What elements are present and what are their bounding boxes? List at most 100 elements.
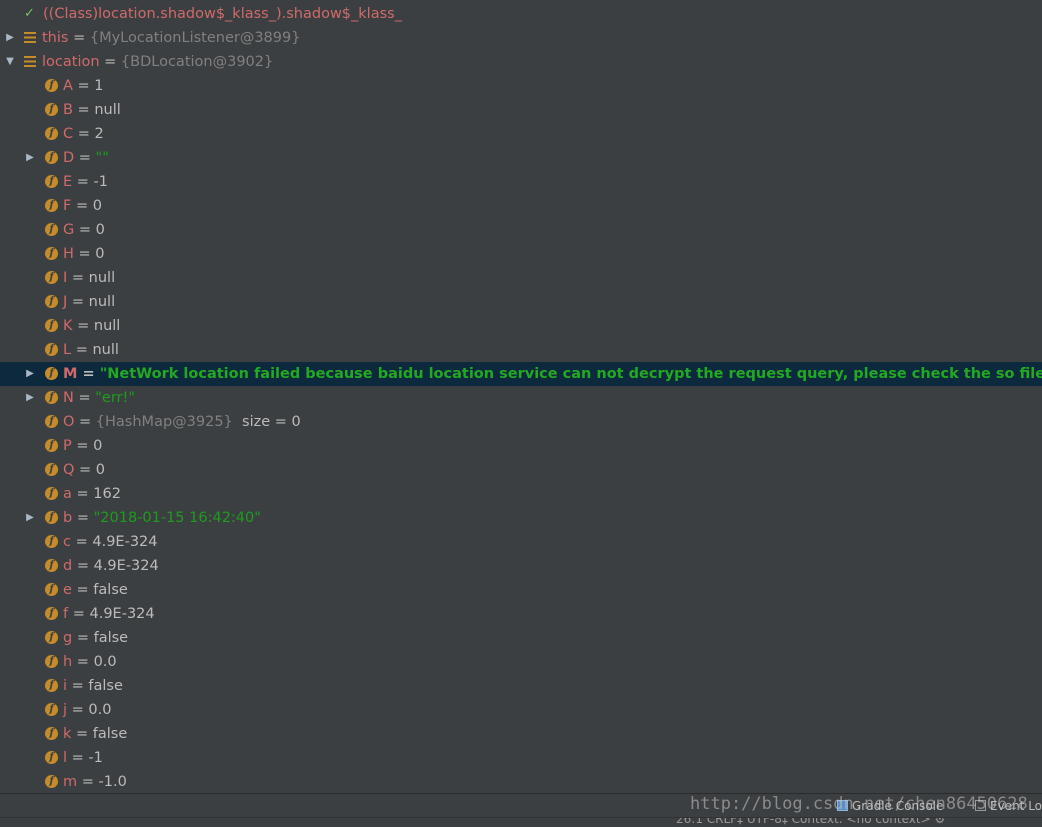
field-icon: f (45, 511, 58, 524)
field-icon: f (45, 175, 58, 188)
watch-expression: ((Class)location.shadow$_klass_).shadow$… (43, 6, 402, 22)
equals-sign: = (72, 630, 94, 646)
variable-row[interactable]: ▶ f b = "2018-01-15 16:42:40" (0, 506, 1042, 530)
expand-arrow-expanded-icon[interactable]: ▼ (4, 50, 16, 74)
variable-row[interactable]: fH = 0 (0, 242, 1042, 266)
local-variable-icon (24, 32, 36, 43)
variable-row[interactable]: f J = null (0, 290, 1042, 314)
variable-row[interactable]: f C = 2 (0, 122, 1042, 146)
variable-text: O = {HashMap@3925} size = 0 (63, 410, 301, 434)
variable-value: "2018-01-15 16:42:40" (93, 510, 261, 526)
equals-sign: = (70, 534, 93, 550)
equals-sign: = (74, 222, 96, 238)
event-log-button[interactable]: Event Log (975, 798, 1042, 814)
field-icon: f (45, 223, 58, 236)
variable-row[interactable]: fm = -1.0 (0, 770, 1042, 794)
variable-row[interactable]: fK = null (0, 314, 1042, 338)
variable-row[interactable]: fE = -1 (0, 170, 1042, 194)
variable-row[interactable]: ▼ location = {BDLocation@3902} (0, 50, 1042, 74)
equals-sign: = (72, 510, 94, 526)
variable-text: F = 0 (63, 194, 102, 218)
variable-row[interactable]: f j = 0.0 (0, 698, 1042, 722)
watch-row[interactable]: ✓ ((Class)location.shadow$_klass_).shado… (0, 2, 1042, 26)
variable-text: l = -1 (63, 746, 103, 770)
equals-sign: = (72, 654, 94, 670)
equals-sign: = (99, 54, 121, 70)
gradle-console-button[interactable]: Gradle Console (837, 798, 943, 814)
variable-value: null (88, 294, 116, 310)
variable-value: null (93, 318, 121, 334)
variable-value: {HashMap@3925} (95, 414, 233, 430)
variable-row[interactable]: fA = 1 (0, 74, 1042, 98)
variable-text: C = 2 (63, 122, 104, 146)
variable-name: c (63, 534, 71, 550)
variable-row[interactable]: f l = -1 (0, 746, 1042, 770)
variable-name: m (63, 774, 78, 790)
variable-text: L = null (63, 338, 119, 362)
variable-row[interactable]: fh = 0.0 (0, 650, 1042, 674)
variable-name: C (63, 126, 74, 142)
equals-sign: = (72, 558, 94, 574)
variable-value: 4.9E-324 (93, 558, 159, 574)
variable-value: {BDLocation@3902} (120, 54, 274, 70)
variable-value: 162 (93, 486, 121, 502)
variable-name: E (63, 174, 73, 190)
variable-row[interactable]: f f = 4.9E-324 (0, 602, 1042, 626)
variable-text: H = 0 (63, 242, 105, 266)
field-icon: f (45, 727, 58, 740)
equals-sign: = (73, 390, 96, 406)
variable-row[interactable]: ▶ f M = "NetWork location failed because b… (0, 362, 1042, 386)
variable-row[interactable]: fg = false (0, 626, 1042, 650)
variable-value: false (88, 678, 123, 694)
equals-sign: = (67, 750, 89, 766)
variable-row[interactable]: f i = false (0, 674, 1042, 698)
variable-name: A (63, 78, 73, 94)
expand-arrow-collapsed-icon[interactable]: ▶ (4, 26, 16, 50)
variable-text: m = -1.0 (63, 770, 127, 794)
variable-name: location (42, 54, 100, 70)
variable-row[interactable]: fG = 0 (0, 218, 1042, 242)
variable-text: k = false (63, 722, 127, 746)
variable-name: N (63, 390, 74, 406)
variable-value: -1 (88, 750, 103, 766)
expand-arrow-collapsed-icon[interactable]: ▶ (24, 386, 36, 410)
variable-name: D (63, 150, 75, 166)
field-icon: f (45, 199, 58, 212)
variable-row[interactable]: fL = null (0, 338, 1042, 362)
field-icon: f (45, 463, 58, 476)
variable-row[interactable]: fc = 4.9E-324 (0, 530, 1042, 554)
variable-row[interactable]: fP = 0 (0, 434, 1042, 458)
variable-row[interactable]: ▶ this = {MyLocationListener@3899} (0, 26, 1042, 50)
variable-text: h = 0.0 (63, 650, 117, 674)
variable-row[interactable]: f k = false (0, 722, 1042, 746)
equals-sign: = (74, 462, 96, 478)
watch-icon: ✓ (24, 6, 35, 21)
variable-row[interactable]: ▶ f D = "" (0, 146, 1042, 170)
variable-row[interactable]: fa = 162 (0, 482, 1042, 506)
field-icon: f (45, 487, 58, 500)
variable-row[interactable]: fB = null (0, 98, 1042, 122)
field-icon: f (45, 271, 58, 284)
variable-row[interactable]: fd = 4.9E-324 (0, 554, 1042, 578)
field-icon: f (45, 367, 58, 380)
variable-row[interactable]: fO = {HashMap@3925} size = 0 (0, 410, 1042, 434)
variable-row[interactable]: fQ = 0 (0, 458, 1042, 482)
variable-value: "err!" (95, 390, 135, 406)
expand-arrow-collapsed-icon[interactable]: ▶ (24, 506, 36, 530)
variable-row[interactable]: f I = null (0, 266, 1042, 290)
variable-text: location = {BDLocation@3902} (42, 50, 273, 74)
field-icon: f (45, 127, 58, 140)
equals-sign: = (73, 126, 95, 142)
expand-arrow-collapsed-icon[interactable]: ▶ (24, 362, 36, 386)
variable-row[interactable]: f F = 0 (0, 194, 1042, 218)
field-icon: f (45, 319, 58, 332)
field-icon: f (45, 583, 58, 596)
variable-value: 0.0 (93, 654, 117, 670)
variable-value: 1 (94, 78, 104, 94)
expand-arrow-collapsed-icon[interactable]: ▶ (24, 146, 36, 170)
variable-value: false (93, 630, 129, 646)
debugger-variables-panel: ✓ ((Class)location.shadow$_klass_).shado… (0, 0, 1042, 827)
variable-row[interactable]: fe = false (0, 578, 1042, 602)
event-log-icon (975, 800, 986, 811)
variable-row[interactable]: ▶ f N = "err!" (0, 386, 1042, 410)
